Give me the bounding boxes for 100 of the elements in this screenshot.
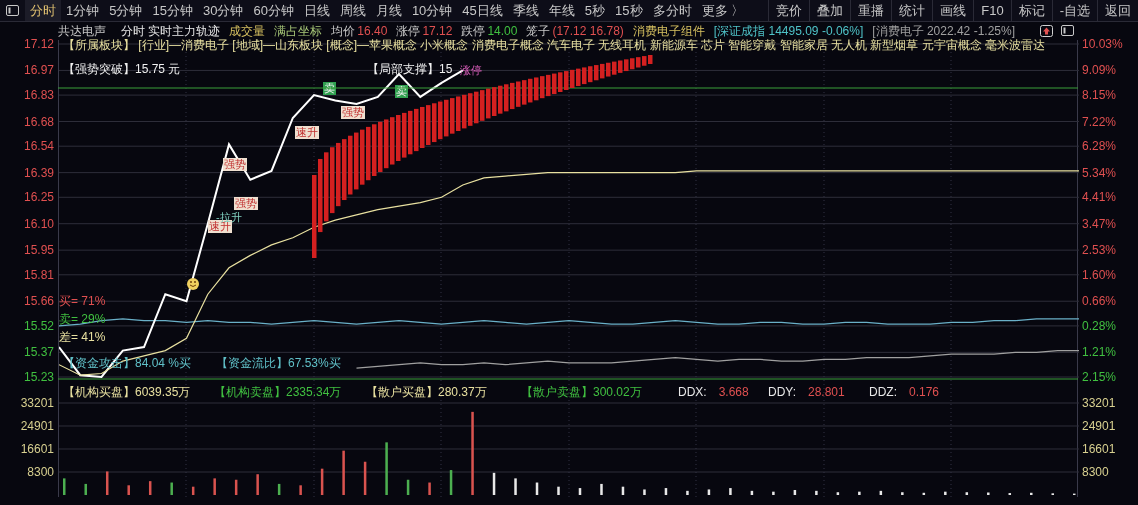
info-label: 跌停 [461, 23, 486, 39]
info-text: 成交量 [229, 23, 266, 39]
volume-bar [987, 492, 990, 495]
percent-axis-label: 0.28% [1082, 318, 1117, 333]
info-text: [深证成指 14495.09 -0.06%] [713, 23, 864, 39]
info-text: 分时 实时主力轨迹 [121, 23, 221, 39]
volume-bar [836, 492, 840, 495]
timeframe-tab[interactable]: 5分钟 [104, 0, 148, 21]
breakout-text: 【强势突破】15.75 元 [63, 62, 181, 76]
support-text: 【局部支撑】15 [367, 62, 453, 76]
timeframe-tab[interactable]: 月线 [370, 0, 407, 21]
signal-tag: 强势 [341, 106, 365, 119]
panel-icon[interactable] [1061, 25, 1074, 36]
timeframe-tab[interactable]: 周线 [334, 0, 371, 21]
timeframe-tab[interactable]: 45日线 [457, 0, 508, 21]
volume-bar [965, 492, 969, 495]
percent-axis-label: 8.15% [1082, 88, 1117, 103]
toolbar-button[interactable]: 重播 [850, 0, 892, 21]
panel-toggle-icon[interactable] [6, 5, 19, 16]
volume-bar [707, 489, 711, 495]
volume-bar [750, 490, 754, 495]
percent-axis-label: 4.41% [1082, 190, 1117, 205]
price-axis-label: 16.68 [23, 114, 54, 129]
percent-axis-label: 7.22% [1082, 114, 1117, 129]
order-text: 【机构买盘】6039.35万 [63, 385, 191, 399]
toolbar-button[interactable]: -自选 [1051, 0, 1097, 21]
volume-bar [557, 486, 560, 495]
volume-bar [901, 492, 904, 495]
indicator-label: DDZ: [869, 385, 897, 399]
order-text: 【散户买盘】280.37万 [366, 385, 487, 399]
volume-axis-label: 33201 [1082, 396, 1116, 410]
volume-bar [170, 482, 173, 495]
signal-tag: 强势 [234, 197, 258, 210]
timeframe-tab[interactable]: 5秒 [579, 0, 611, 21]
price-axis-label: 16.83 [23, 88, 54, 103]
volume-bar [299, 485, 302, 495]
info-text: 满占坐标 [274, 23, 323, 39]
price-axis-label: 15.95 [23, 243, 54, 258]
price-axis-label: 16.39 [23, 165, 54, 180]
stock-name: 共达电声 [58, 23, 106, 39]
info-value: (17.12 16.78) [552, 23, 624, 39]
timeframe-tab[interactable]: 1分钟 [61, 0, 105, 21]
percent-axis-label: 1.21% [1082, 345, 1117, 360]
percent-axis-label: 2.53% [1082, 243, 1117, 258]
price-axis-label: 15.81 [23, 267, 54, 282]
info-value: 16.40 [357, 23, 388, 39]
volume-bar [729, 488, 732, 495]
volume-bar [342, 450, 345, 495]
volume-bar [148, 481, 152, 495]
signal-tag: 速升 [295, 126, 319, 139]
timeframe-tab[interactable]: 10分钟 [406, 0, 458, 21]
toolbar-button[interactable]: 返回 [1097, 0, 1138, 21]
timeframe-tab[interactable]: 30分钟 [197, 0, 249, 21]
fund-flow-text: 【资金流比】67.53%买 [216, 356, 341, 370]
volume-bar [277, 483, 281, 495]
volume-bar [84, 483, 87, 495]
volume-bar [944, 491, 947, 495]
volume-bar [858, 491, 861, 495]
price-axis-label: 15.66 [23, 294, 54, 309]
volume-bar [256, 474, 259, 495]
price-axis-label: 16.10 [23, 216, 54, 231]
timeframe-tab[interactable]: 15分钟 [147, 0, 198, 21]
timeframe-tab[interactable]: 60分钟 [248, 0, 299, 21]
price-axis-label: 16.54 [23, 139, 54, 154]
volume-bar [363, 461, 367, 495]
timeframe-tab[interactable]: 年线 [543, 0, 580, 21]
toolbar-button[interactable]: F10 [973, 0, 1011, 21]
timeframe-tab[interactable]: 多分时 [647, 0, 697, 21]
toolbar-button[interactable]: 竞价 [768, 0, 810, 21]
toolbar-button[interactable]: 叠加 [809, 0, 851, 21]
timeframe-tab[interactable]: 季线 [507, 0, 544, 21]
volume-bar [621, 486, 625, 495]
volume-bar [600, 483, 603, 495]
info-value: 14.00 [487, 23, 518, 39]
volume-bar [385, 442, 388, 495]
percent-axis-label: 1.60% [1082, 267, 1117, 282]
volume-bar [643, 489, 646, 495]
toolbar-button[interactable]: 画线 [932, 0, 974, 21]
volume-axis-label: 16601 [20, 442, 54, 456]
toolbar-button[interactable]: 标记 [1010, 0, 1052, 21]
percent-axis-label: 10.03% [1082, 37, 1123, 51]
timeframe-tab[interactable]: 更多 〉 [696, 0, 750, 21]
timeframe-tab[interactable]: 分时 [25, 0, 61, 21]
percent-axis-label: 3.47% [1082, 216, 1117, 231]
timeframe-tab[interactable]: 15秒 [610, 0, 648, 21]
price-axis-label: 16.25 [23, 190, 54, 205]
percent-axis-label: 2.15% [1082, 370, 1117, 384]
volume-axis-label: 8300 [1082, 465, 1109, 479]
volume-bar [686, 490, 689, 495]
volume-bar [772, 491, 775, 495]
arrow-up-icon[interactable] [1040, 25, 1053, 37]
info-label: 笼子 [526, 23, 551, 39]
price-axis-label: 16.97 [23, 63, 54, 78]
volume-bar [428, 482, 431, 495]
volume-bar [535, 482, 539, 495]
volume-bar [664, 488, 668, 495]
timeframe-tab[interactable]: 日线 [298, 0, 335, 21]
ratio-text: 差= 41% [59, 330, 106, 344]
toolbar-button[interactable]: 统计 [891, 0, 933, 21]
volume-bar [63, 478, 66, 495]
